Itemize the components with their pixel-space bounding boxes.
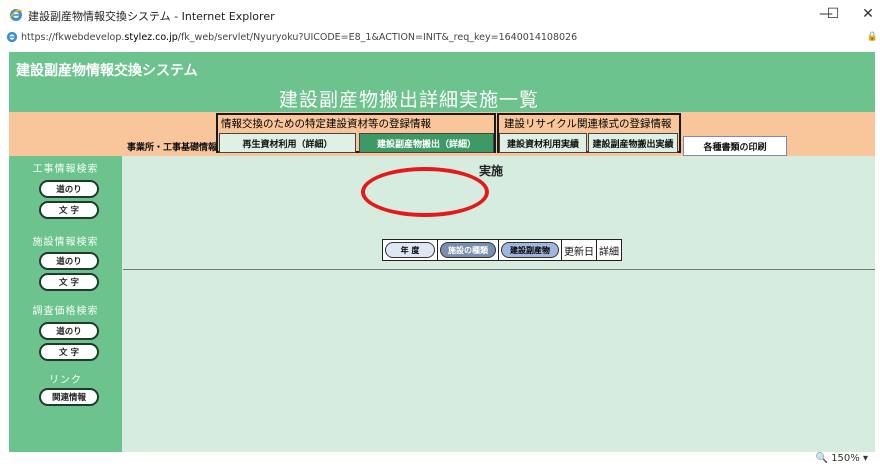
highlight-annotation [361, 167, 489, 217]
facility-route-button[interactable]: 道のり [39, 252, 99, 270]
lock-icon[interactable]: 🔒 [867, 32, 878, 42]
button-label: 道のり [50, 255, 88, 267]
system-title: 建設副産物情報交換システム [16, 63, 198, 79]
tab-print[interactable]: 各種書類の印刷 [683, 136, 787, 156]
zoom-level: 150% [831, 453, 860, 464]
status-label: 実施 [479, 164, 504, 178]
specific-materials-group-label: 情報交換のための特定建設資材等の登録情報 [221, 118, 431, 130]
nav-area: 情報交換のための特定建設資材等の登録情報 建設リサイクル関連様式の登録情報 事業… [9, 112, 875, 156]
year-sort-button[interactable]: 年 度 [385, 242, 435, 258]
url-path: /fk_web/servlet/Nyuryoku?UICODE=E8_1&ACT… [177, 32, 578, 43]
status-bar: 🔍 150% ▾ [0, 452, 880, 468]
construction-search-label: 工事情報検索 [32, 164, 99, 175]
browser-window: 建設副産物情報交換システム - Internet Explorer — ☐ ✕ … [0, 0, 880, 468]
window-title: 建設副産物情報交換システム - Internet Explorer [28, 10, 275, 23]
internet-explorer-icon [6, 31, 18, 43]
construction-text-button[interactable]: 文 字 [39, 201, 99, 219]
zoom-control[interactable]: 🔍 150% ▾ [816, 453, 868, 464]
divider [123, 269, 875, 270]
button-label: 道のり [50, 325, 88, 337]
maximize-button[interactable]: ☐ [825, 6, 841, 22]
facility-type-sort-button[interactable]: 施設の種類 [440, 242, 496, 258]
links-label: リンク [49, 375, 82, 386]
url-domain: stylez.co.jp [124, 32, 178, 43]
title-bar: 建設副産物情報交換システム - Internet Explorer — ☐ ✕ [0, 0, 880, 30]
internet-explorer-icon [9, 9, 23, 21]
zoom-icon: 🔍 [815, 453, 828, 464]
tab-office-basic[interactable]: 事業所・工事基礎情報 [127, 136, 217, 156]
button-label: 文 字 [53, 204, 85, 216]
related-info-button[interactable]: 関連情報 [39, 388, 99, 406]
price-text-button[interactable]: 文 字 [39, 343, 99, 361]
construction-route-button[interactable]: 道のり [39, 180, 99, 198]
facility-type-column[interactable]: 施設の種類 [438, 240, 499, 260]
detail-column-header: 詳細 [599, 246, 619, 258]
price-route-button[interactable]: 道のり [39, 322, 99, 340]
address-bar[interactable]: https://fkwebdevelop.stylez.co.jp/fk_web… [0, 30, 880, 46]
page-title: 建設副産物搬出詳細実施一覧 [278, 89, 539, 111]
url-text[interactable]: https://fkwebdevelop.stylez.co.jp/fk_web… [21, 32, 577, 43]
maximize-icon: ☐ [826, 6, 840, 22]
year-column[interactable]: 年 度 [383, 240, 438, 260]
updated-column-header: 更新日 [562, 240, 597, 260]
header-banner: 建設副産物情報交換システム 建設副産物搬出詳細実施一覧 [9, 52, 875, 112]
chevron-down-icon: ▾ [862, 453, 868, 464]
price-search-label: 調査価格検索 [32, 306, 99, 317]
facility-text-button[interactable]: 文 字 [39, 273, 99, 291]
button-label: 道のり [50, 183, 88, 195]
recycling-forms-group-label: 建設リサイクル関連様式の登録情報 [504, 118, 672, 130]
tab-material-actual[interactable]: 建設資材利用実績 [499, 133, 587, 153]
tab-byproduct-out[interactable]: 建設副産物搬出（詳細） [359, 133, 494, 153]
tab-byproduct-actual[interactable]: 建設副産物搬出実績 [588, 133, 678, 153]
facility-search-label: 施設情報検索 [32, 237, 99, 248]
byproduct-column[interactable]: 建設副産物 [499, 240, 562, 260]
button-label: 関連情報 [45, 391, 92, 403]
close-button[interactable]: ✕ [860, 6, 876, 22]
tab-recycled-use[interactable]: 再生資材利用（詳細） [219, 133, 356, 153]
sidebar: 工事情報検索 道のり 文 字 施設情報検索 道のり 文 字 調査価格検索 道のり… [9, 156, 122, 452]
url-prefix: https://fkwebdevelop. [21, 32, 125, 43]
page-content: 建設副産物情報交換システム 建設副産物搬出詳細実施一覧 情報交換のための特定建設… [9, 52, 875, 452]
byproduct-sort-button[interactable]: 建設副産物 [501, 242, 559, 258]
button-label: 文 字 [53, 276, 85, 288]
button-label: 文 字 [53, 346, 85, 358]
results-header: 年 度 施設の種類 建設副産物 更新日 詳細 [382, 239, 622, 261]
